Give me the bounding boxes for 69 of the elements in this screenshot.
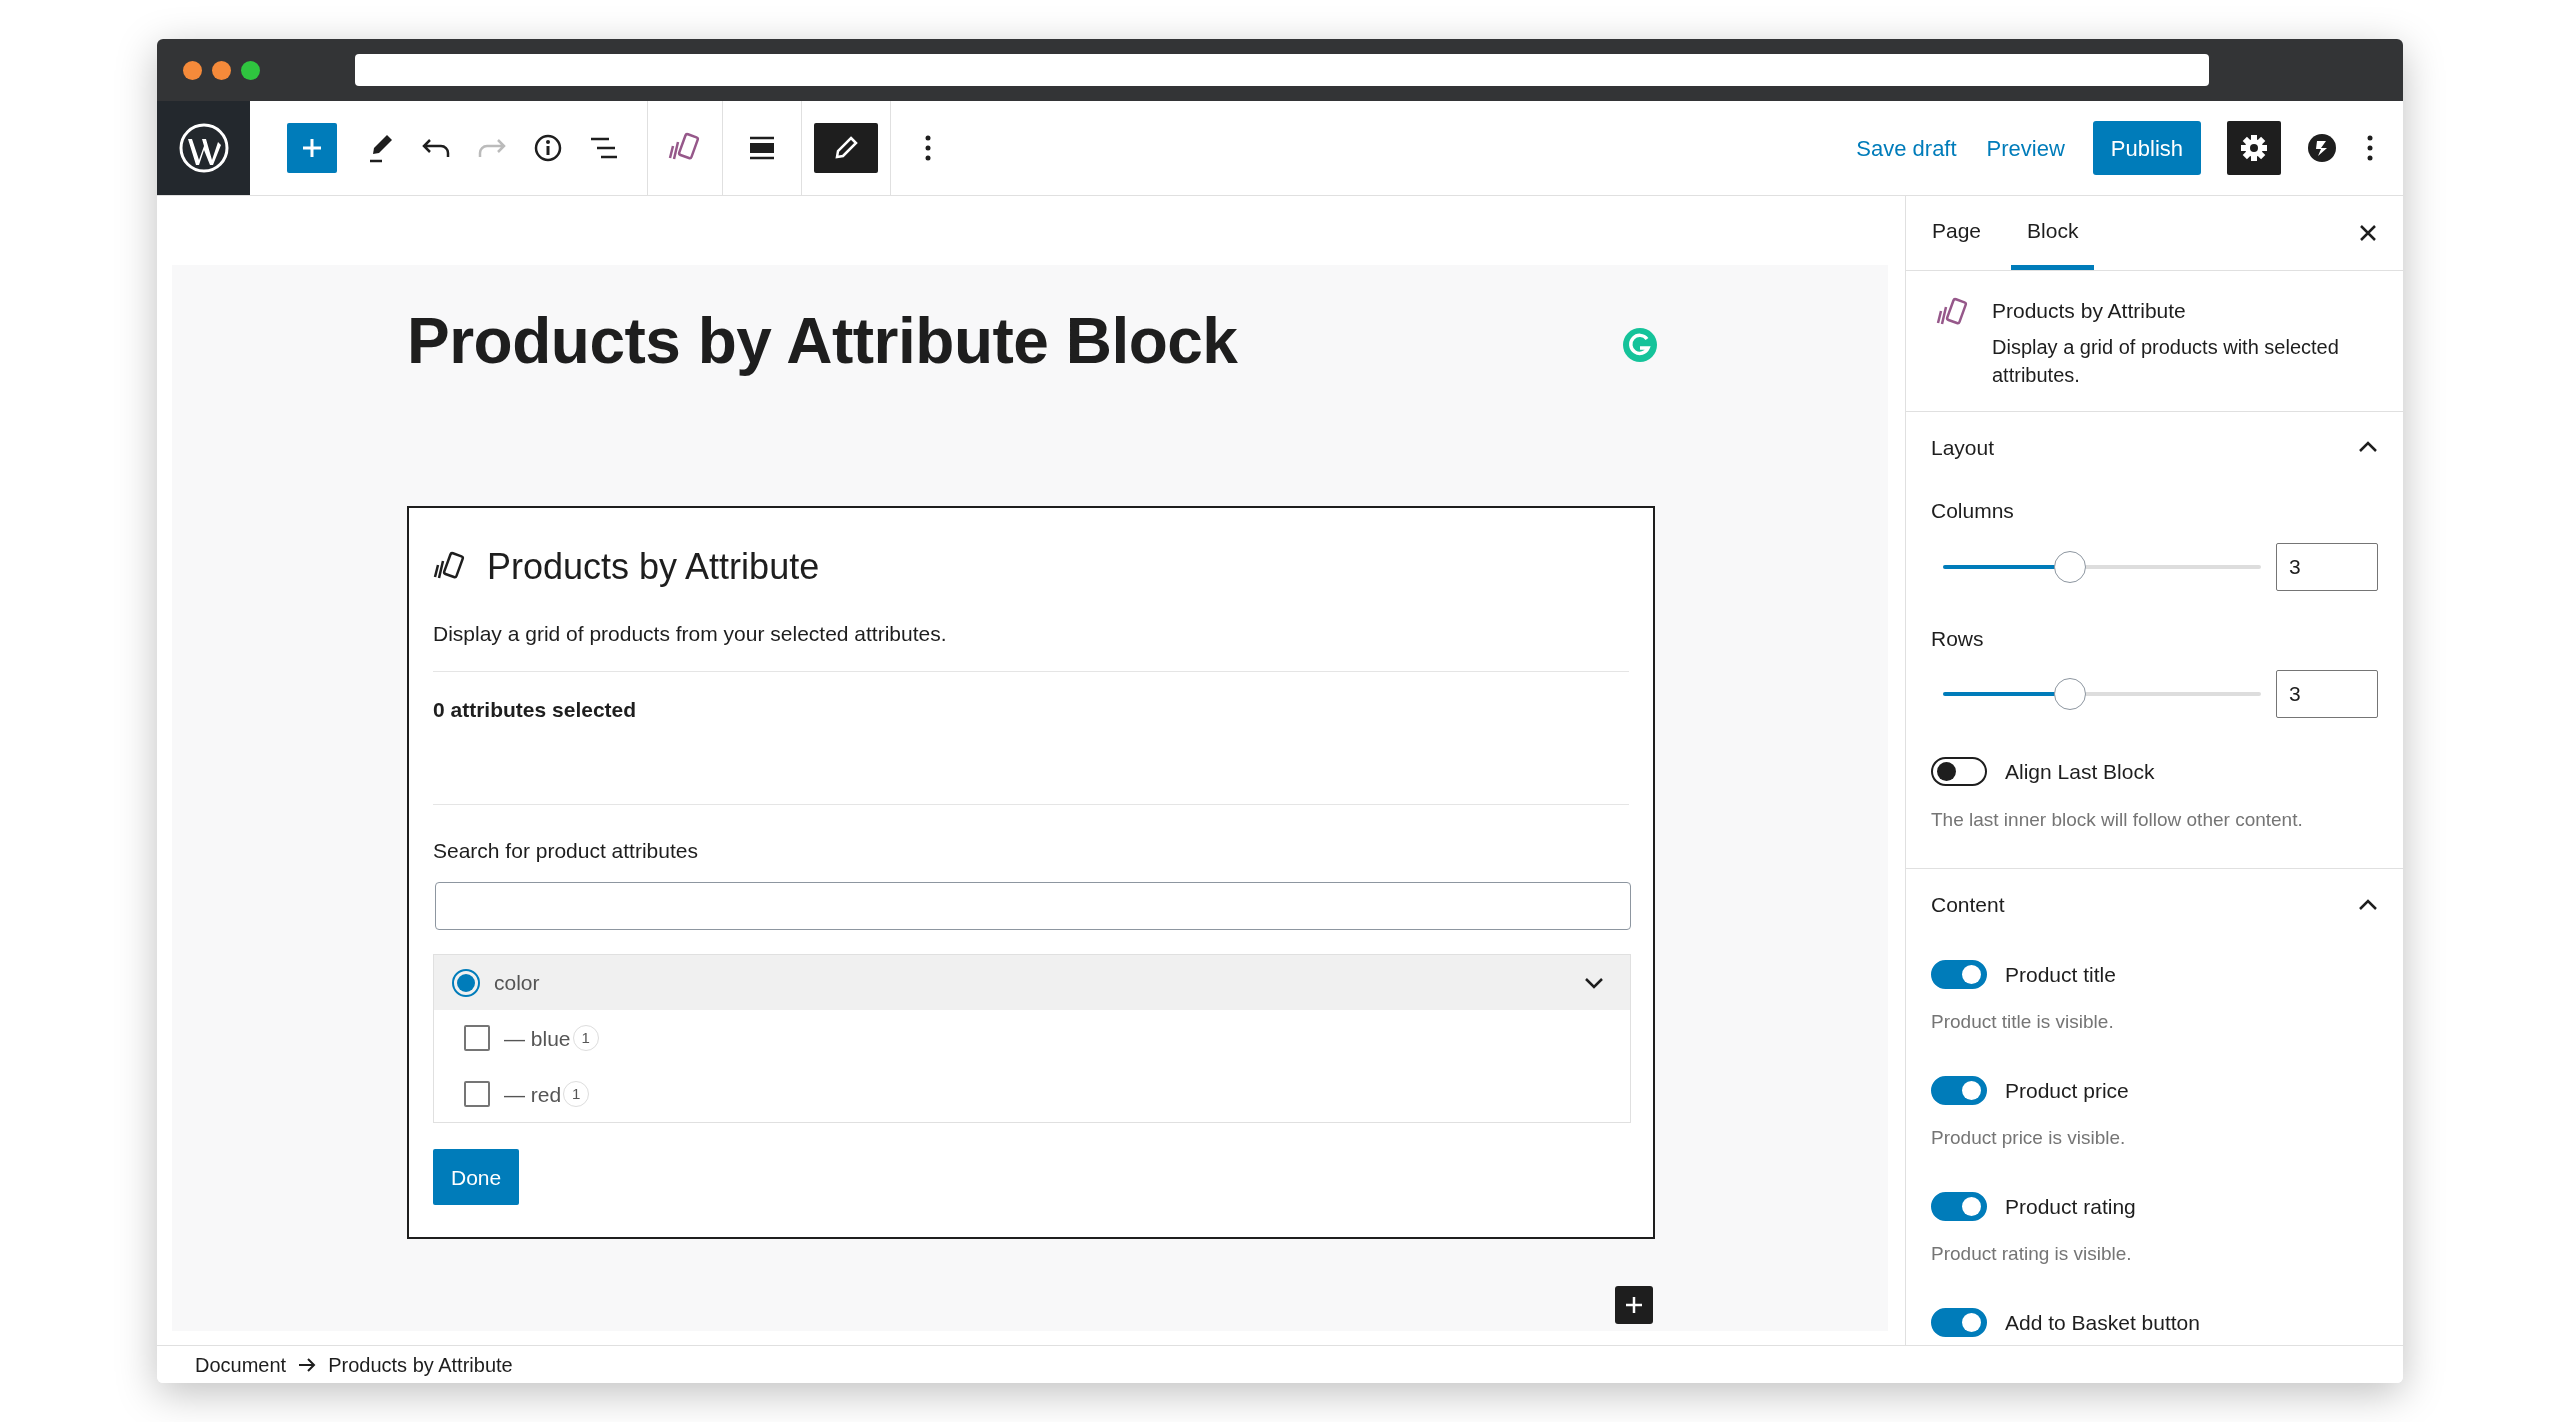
slider-label: Rows: [1931, 625, 1985, 652]
toggle-switch[interactable]: [1931, 1307, 1987, 1337]
help-text: Product rating is visible.: [1931, 1242, 2133, 1266]
toggle-label: Product price: [2005, 1077, 2129, 1104]
settings-icon: [2239, 133, 2269, 163]
attribute-value: — blue: [504, 1025, 571, 1052]
sidebar-tab[interactable]: Page: [1916, 196, 1998, 270]
close-icon[interactable]: [2358, 223, 2378, 243]
plus-icon: [1624, 1294, 1644, 1315]
slider[interactable]: [1943, 549, 2261, 584]
panel-title[interactable]: Layout: [1931, 431, 1995, 463]
attribute-group-row[interactable]: color: [434, 955, 1630, 1011]
checkbox[interactable]: [464, 1081, 490, 1108]
toolbar-link[interactable]: Save draft: [1854, 131, 1959, 165]
toggle-switch[interactable]: [1931, 1191, 1987, 1221]
page-title[interactable]: Products by Attribute Block: [407, 303, 1622, 380]
panel-title[interactable]: Content: [1931, 889, 2005, 921]
add-block-button[interactable]: [1615, 1285, 1653, 1324]
settings-button[interactable]: [2227, 121, 2281, 175]
slider[interactable]: [1943, 677, 2261, 711]
block-title: Products by Attribute: [1992, 298, 2187, 324]
more-options-icon[interactable]: [925, 135, 931, 161]
chevron-icon[interactable]: [1584, 976, 1604, 989]
slider-thumb[interactable]: [2054, 550, 2087, 583]
slider-thumb[interactable]: [2054, 678, 2087, 710]
toggle-switch[interactable]: [1931, 1075, 1987, 1105]
sidebar-tab[interactable]: Block: [2011, 196, 2095, 270]
list-view-icon[interactable]: [589, 136, 619, 160]
plugin-logo-icon[interactable]: [2307, 133, 2337, 163]
slider-label: Columns: [1931, 498, 2015, 524]
help-text: The last inner block will follow other content.: [1931, 807, 2304, 832]
toggle-label: Product rating: [2005, 1193, 2136, 1220]
grammar-check-icon[interactable]: [1622, 327, 1658, 363]
wordpress-logo[interactable]: [157, 101, 250, 195]
block-description: Display a grid of products from your selected attributes.: [433, 617, 1629, 673]
plus-icon: [301, 137, 323, 159]
chevron-icon[interactable]: [2358, 441, 2378, 454]
toggle-label: Add to Basket button: [2005, 1309, 2200, 1336]
chevron-icon[interactable]: [2358, 898, 2378, 911]
attribute-value: — red: [504, 1081, 562, 1108]
help-text: Product title is visible.: [1931, 1010, 2115, 1034]
search-label: Search for product attributes: [433, 837, 699, 864]
pencil-icon: [834, 136, 858, 160]
attribute-name: color: [494, 970, 541, 997]
block-heading: Products by Attribute: [487, 544, 820, 589]
done-button[interactable]: Done: [433, 1149, 520, 1206]
number-field[interactable]: 3: [2276, 670, 2378, 718]
pen-icon[interactable]: [367, 133, 395, 163]
toggle-switch[interactable]: [1931, 959, 1987, 989]
toggle-label: Align Last Block: [2005, 759, 2155, 785]
checkbox[interactable]: [464, 1025, 490, 1052]
selection-count: 0 attributes selected: [433, 694, 1629, 805]
info-icon[interactable]: [533, 133, 563, 163]
toggle-switch[interactable]: [1931, 757, 1987, 787]
toggle-label: Product title: [2005, 961, 2116, 988]
edit-button[interactable]: [814, 123, 878, 173]
help-text: Product price is visible.: [1931, 1126, 2127, 1150]
search-field[interactable]: [435, 882, 1631, 931]
breadcrumb-link[interactable]: Document: [195, 1349, 287, 1380]
radio-button[interactable]: [452, 968, 480, 997]
undo-icon[interactable]: [421, 137, 451, 159]
more-options-icon[interactable]: [2367, 135, 2373, 161]
block-description: Display a grid of products with selected attributes.: [1992, 334, 2340, 388]
toolbar-link[interactable]: Preview: [1984, 131, 2067, 165]
arrow-right-icon: [298, 1357, 317, 1372]
number-field[interactable]: 3: [2276, 542, 2378, 591]
align-wide-icon[interactable]: [749, 136, 775, 160]
publish-button[interactable]: Publish: [2092, 121, 2201, 175]
breadcrumb-link[interactable]: Products by Attribute: [328, 1349, 513, 1380]
